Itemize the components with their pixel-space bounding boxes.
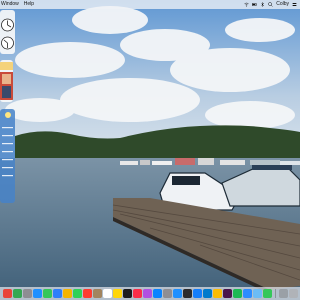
facetime-icon[interactable] [72,289,82,298]
vscode-icon[interactable] [202,289,212,298]
maps-icon[interactable] [12,289,22,298]
menu-item-help[interactable]: Help [24,0,34,9]
xcode-icon[interactable] [192,289,202,298]
dock [0,287,300,300]
chrome-icon[interactable] [212,289,222,298]
menu-bar: Window Help Colby [0,0,300,9]
wallpaper-image [0,0,300,300]
dock-separator [274,289,276,298]
control-center-icon[interactable] [292,2,297,7]
battery-icon[interactable] [252,2,257,7]
photo-widget[interactable] [0,60,13,102]
photo-thumbnail [0,62,13,100]
preview-icon[interactable] [252,289,262,298]
bluetooth-icon[interactable] [260,2,265,7]
photos-icon[interactable] [62,289,72,298]
calendar-icon[interactable] [82,289,92,298]
safari-icon[interactable] [32,289,42,298]
slack-icon[interactable] [222,289,232,298]
menu-item-window[interactable]: Window [1,0,19,9]
sun-icon [4,112,11,118]
podcasts-icon[interactable] [142,289,152,298]
forecast-rows [2,127,13,177]
search-icon[interactable] [268,2,273,7]
settings-icon[interactable] [162,289,172,298]
zoom-icon[interactable] [242,289,252,298]
boat-right-canopy [252,165,292,170]
finder-icon[interactable] [172,289,182,298]
music-icon[interactable] [132,289,142,298]
user-name[interactable]: Colby [276,0,289,9]
messages-icon[interactable] [42,289,52,298]
analog-clock-icon [1,18,14,50]
news-icon[interactable] [2,289,12,298]
tv-icon[interactable] [122,289,132,298]
terminal-icon[interactable] [182,289,192,298]
contacts-icon[interactable] [92,289,102,298]
launchpad-icon[interactable] [22,289,32,298]
wifi-icon[interactable] [244,2,249,7]
reminders-icon[interactable] [102,289,112,298]
weather-widget[interactable] [0,109,15,203]
clock-widget[interactable] [0,10,15,54]
spotify-icon[interactable] [232,289,242,298]
mail-icon[interactable] [52,289,62,298]
desktop [0,0,300,300]
trash-icon[interactable] [288,289,298,298]
notes-icon[interactable] [112,289,122,298]
boat-near-windshield [172,176,200,185]
appstore-icon[interactable] [152,289,162,298]
activity-icon[interactable] [262,289,272,298]
downloads-icon[interactable] [278,289,288,298]
